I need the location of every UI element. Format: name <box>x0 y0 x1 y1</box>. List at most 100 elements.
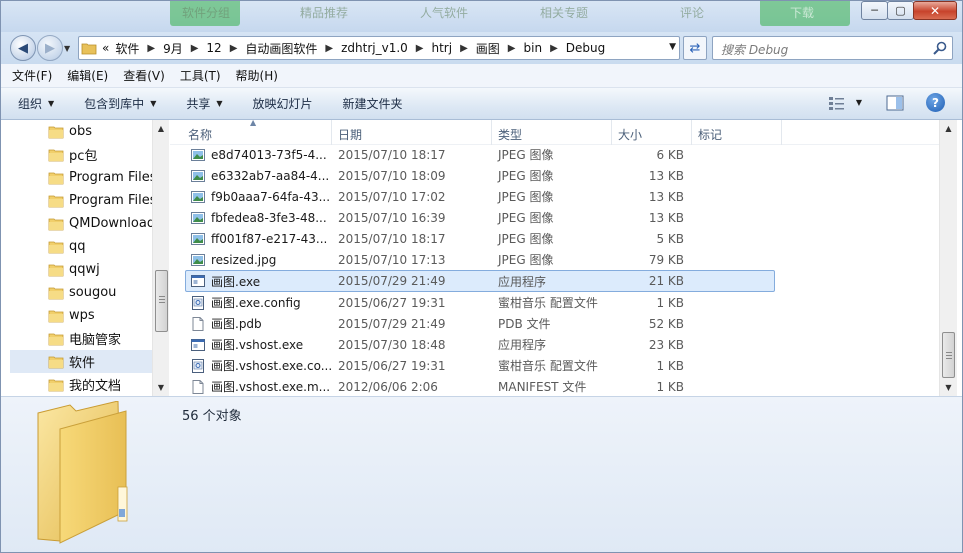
refresh-button[interactable]: ⇄ <box>683 36 707 60</box>
file-row[interactable]: 画图.vshost.exe.co... 2015/06/27 19:31 蜜柑音乐 … <box>186 355 776 376</box>
column-name[interactable]: 名称 ▲ <box>170 118 332 145</box>
breadcrumb-item[interactable]: zdhtrj_v1.0 <box>338 41 411 55</box>
breadcrumb-separator[interactable]: ▶ <box>503 43 521 54</box>
file-row[interactable]: 画图.exe 2015/07/29 21:49 应用程序 21 KB <box>185 270 775 292</box>
breadcrumb-separator-icon[interactable]: ▶ <box>225 43 243 54</box>
breadcrumb-label: Debug <box>565 41 606 55</box>
nav-scroll-thumb[interactable] <box>155 270 168 332</box>
breadcrumb-separator-icon[interactable]: ▶ <box>545 43 563 54</box>
organize-button[interactable]: 组织 ▼ <box>18 95 54 112</box>
breadcrumb-separator-icon[interactable]: ▶ <box>186 43 204 54</box>
change-view-icon[interactable] <box>828 95 846 111</box>
breadcrumb-item[interactable]: 软件 <box>112 40 142 57</box>
breadcrumb-item[interactable]: 画图 <box>473 40 503 57</box>
nav-folder-label: 我的文档 <box>69 379 122 394</box>
scroll-down-icon[interactable]: ▼ <box>153 379 169 396</box>
nav-folder-item[interactable]: pc包 <box>0 143 153 166</box>
nav-folder-item[interactable]: 软件 <box>10 350 153 373</box>
file-row[interactable]: fbfedea8-3fe3-48... 2015/07/10 16:39 JPEG … <box>186 207 776 228</box>
share-button[interactable]: 共享 ▼ <box>186 95 222 112</box>
nav-folder-label: qqwj <box>69 262 100 277</box>
nav-folder-item[interactable]: 电脑管家 <box>0 327 153 350</box>
forward-button[interactable]: ▶ <box>37 35 63 61</box>
nav-folder-item[interactable]: obs <box>0 120 153 143</box>
menu-file[interactable]: 文件(F) <box>12 67 52 84</box>
view-options-chevron-icon[interactable]: ▼ <box>856 98 862 107</box>
file-row[interactable]: 画图.vshost.exe.m... 2012/06/06 2:06 MANIFES… <box>186 376 776 397</box>
title-bar: 软件分组 精品推荐 人气软件 相关专题 评论 下载 ─ ▢ ✕ <box>0 0 963 32</box>
column-date[interactable]: 日期 <box>332 120 492 145</box>
file-row[interactable]: ff001f87-e217-43... 2015/07/10 18:17 JPEG … <box>186 228 776 249</box>
help-button[interactable]: ? <box>926 93 945 112</box>
breadcrumb-item[interactable]: Debug <box>563 41 608 55</box>
file-row[interactable]: 画图.exe.config 2015/06/27 19:31 蜜柑音乐 配置文件 1 … <box>186 292 776 313</box>
file-list-scroll-thumb[interactable] <box>942 332 955 378</box>
nav-folder-item[interactable]: qq <box>0 235 153 258</box>
breadcrumb-separator[interactable]: ▶ <box>142 43 160 54</box>
address-dropdown-icon[interactable]: ▼ <box>669 42 676 52</box>
file-row[interactable]: e6332ab7-aa84-4... 2015/07/10 18:09 JPEG 图… <box>186 165 776 186</box>
breadcrumb-item[interactable]: htrj <box>429 41 456 55</box>
breadcrumb-item[interactable]: 9月 <box>160 40 186 57</box>
file-row[interactable]: f9b0aaa7-64fa-43... 2015/07/10 17:02 JPEG … <box>186 186 776 207</box>
breadcrumb-item[interactable]: bin <box>521 41 546 55</box>
breadcrumb-separator[interactable]: ▶ <box>545 43 563 54</box>
file-row[interactable]: 画图.pdb 2015/07/29 21:49 PDB 文件 52 KB <box>186 313 776 334</box>
breadcrumb-separator[interactable]: ▶ <box>411 43 429 54</box>
include-in-library-button[interactable]: 包含到库中 ▼ <box>84 95 156 112</box>
breadcrumb-overflow[interactable]: « <box>99 41 112 55</box>
file-size: 1 KB <box>656 295 684 310</box>
nav-folder-item[interactable]: sougou <box>0 281 153 304</box>
nav-folder-item[interactable]: qqwj <box>0 258 153 281</box>
breadcrumb-separator-icon[interactable]: ▶ <box>455 43 473 54</box>
breadcrumb-item[interactable]: 12 <box>203 41 224 55</box>
folder-icon <box>81 43 97 55</box>
breadcrumb-separator[interactable]: ▶ <box>455 43 473 54</box>
details-pane: 56 个对象 <box>0 396 963 553</box>
file-type: JPEG 图像 <box>498 253 554 267</box>
column-tags[interactable]: 标记 <box>692 120 782 145</box>
column-type[interactable]: 类型 <box>492 120 612 145</box>
breadcrumb-separator[interactable]: ▶ <box>320 43 338 54</box>
scroll-up-icon[interactable]: ▲ <box>940 120 957 137</box>
file-row[interactable]: resized.jpg 2015/07/10 17:13 JPEG 图像 79 KB <box>186 249 776 270</box>
file-size: 13 KB <box>648 168 684 183</box>
new-folder-button[interactable]: 新建文件夹 <box>343 95 403 112</box>
file-list-scrollbar[interactable]: ▲ ▼ <box>939 120 957 396</box>
breadcrumb-separator-icon[interactable]: ▶ <box>320 43 338 54</box>
nav-folder-item[interactable]: Program Files <box>0 166 157 189</box>
breadcrumb-separator-icon[interactable]: ▶ <box>411 43 429 54</box>
breadcrumb-separator[interactable]: ▶ <box>186 43 204 54</box>
recent-pages-dropdown[interactable]: ▼ <box>64 44 74 54</box>
breadcrumb-separator-icon[interactable]: ▶ <box>142 43 160 54</box>
file-row[interactable]: 画图.vshost.exe 2015/07/30 18:48 应用程序 23 KB <box>186 334 776 355</box>
minimize-button[interactable]: ─ <box>861 1 888 20</box>
nav-scrollbar[interactable]: ▲ ▼ <box>152 120 169 396</box>
nav-folder-item[interactable]: 我的文档 <box>0 373 153 396</box>
breadcrumb-item[interactable]: 自动画图软件 <box>242 40 320 57</box>
column-size[interactable]: 大小 <box>612 120 692 145</box>
file-list: e8d74013-73f5-4... 2015/07/10 18:17 JPEG 图… <box>185 144 776 397</box>
menu-edit[interactable]: 编辑(E) <box>67 67 108 84</box>
menu-view[interactable]: 查看(V) <box>123 67 165 84</box>
nav-folder-item[interactable]: wps <box>0 304 153 327</box>
nav-folder-item[interactable]: QMDownload <box>0 212 155 235</box>
image-file-icon <box>191 190 205 203</box>
scroll-down-icon[interactable]: ▼ <box>940 379 957 396</box>
file-row[interactable]: e8d74013-73f5-4... 2015/07/10 18:17 JPEG 图… <box>186 144 776 165</box>
search-input[interactable]: 搜索 Debug <box>712 36 953 60</box>
breadcrumb-separator[interactable]: ▶ <box>225 43 243 54</box>
scroll-up-icon[interactable]: ▲ <box>153 120 169 137</box>
preview-pane-icon[interactable] <box>886 95 904 111</box>
nav-folder-label: Program Files <box>69 170 157 185</box>
close-button[interactable]: ✕ <box>913 1 957 20</box>
back-button[interactable]: ◀ <box>10 35 36 61</box>
search-icon[interactable] <box>932 40 948 56</box>
menu-tools[interactable]: 工具(T) <box>180 67 221 84</box>
nav-folder-item[interactable]: Program Files <box>0 189 157 212</box>
menu-help[interactable]: 帮助(H) <box>236 67 278 84</box>
maximize-button[interactable]: ▢ <box>887 1 914 20</box>
breadcrumb-separator-icon[interactable]: ▶ <box>503 43 521 54</box>
address-bar[interactable]: « 软件 ▶ 9月 ▶ 12 ▶ 自动画图软件 ▶ zdhtrj_v1.0 ▶ htrj ▶ 画图 ▶ bi… <box>78 36 680 60</box>
slideshow-button[interactable]: 放映幻灯片 <box>253 95 313 112</box>
